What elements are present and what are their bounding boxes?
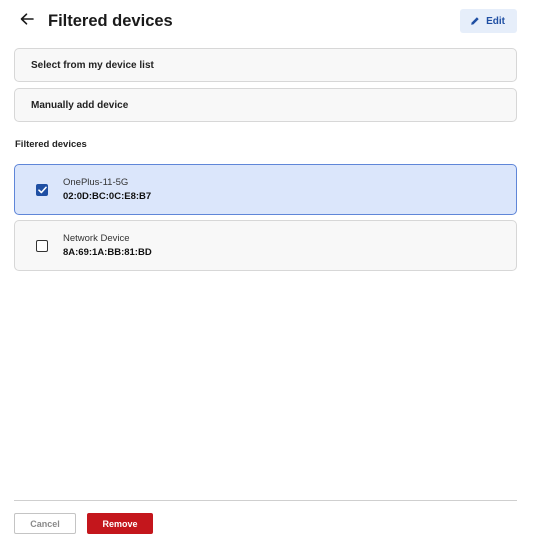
- back-button[interactable]: [16, 10, 38, 32]
- footer-divider: [14, 500, 517, 501]
- device-mac-address: 02:0D:BC:0C:E8:B7: [63, 191, 152, 202]
- page-header: Filtered devices Edit: [14, 8, 517, 34]
- device-checkbox-checked[interactable]: [36, 183, 48, 196]
- pencil-icon: [470, 16, 480, 26]
- cancel-button[interactable]: Cancel: [14, 513, 76, 534]
- device-checkbox-unchecked[interactable]: [36, 239, 48, 252]
- select-from-device-list-label: Select from my device list: [31, 59, 154, 71]
- checkmark-icon: [37, 186, 47, 194]
- manually-add-device-label: Manually add device: [31, 99, 129, 111]
- page-title: Filtered devices: [48, 11, 173, 30]
- edit-button[interactable]: Edit: [460, 9, 517, 33]
- device-info: Network Device 8A:69:1A:BB:81:BD: [63, 233, 152, 258]
- device-mac-address: 8A:69:1A:BB:81:BD: [63, 247, 152, 258]
- device-info: OnePlus-11-5G 02:0D:BC:0C:E8:B7: [63, 177, 151, 202]
- select-from-device-list-option[interactable]: Select from my device list: [14, 48, 517, 82]
- remove-button[interactable]: Remove: [87, 513, 153, 534]
- edit-button-label: Edit: [486, 15, 505, 27]
- section-heading-filtered-devices: Filtered devices: [15, 139, 87, 150]
- arrow-left-icon: [20, 12, 34, 30]
- manually-add-device-option[interactable]: Manually add device: [14, 88, 517, 122]
- filtered-devices-page: Filtered devices Edit Select from my dev…: [0, 0, 535, 538]
- device-name: OnePlus-11-5G: [63, 177, 129, 188]
- device-row-network-device[interactable]: Network Device 8A:69:1A:BB:81:BD: [14, 220, 517, 271]
- device-name: Network Device: [63, 233, 130, 244]
- device-row-oneplus[interactable]: OnePlus-11-5G 02:0D:BC:0C:E8:B7: [14, 164, 517, 215]
